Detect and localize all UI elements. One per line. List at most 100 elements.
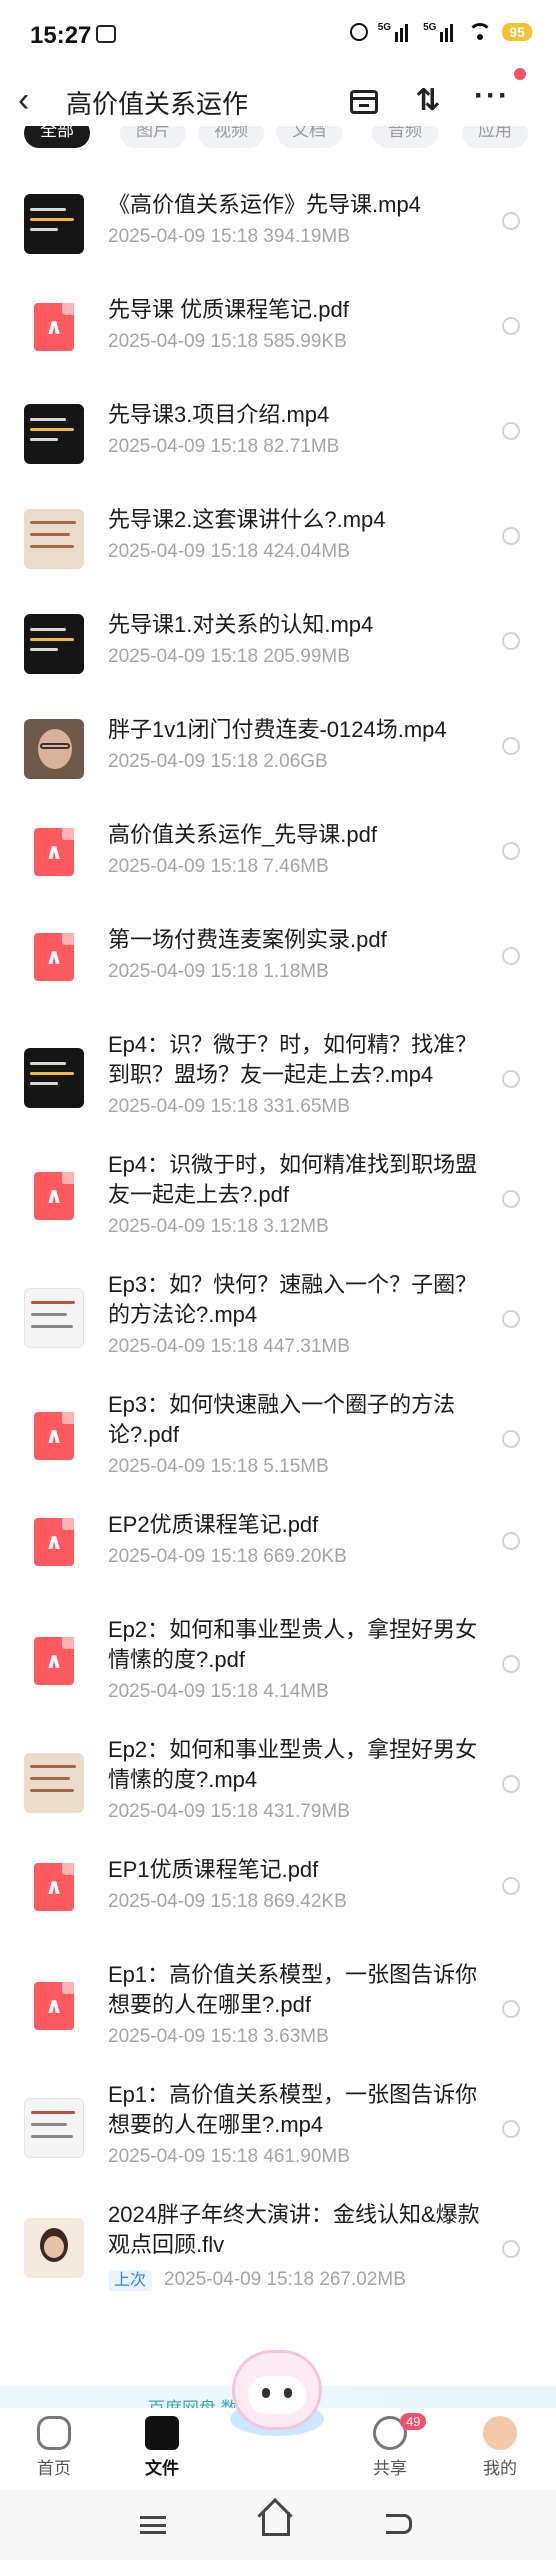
tab-videos[interactable]: 视频	[198, 126, 264, 148]
file-row[interactable]: ∧ EP2优质课程笔记.pdf 2025-04-09 15:18 669.20KB	[0, 1510, 556, 1614]
select-checkbox[interactable]	[502, 1070, 520, 1088]
select-checkbox[interactable]	[502, 1190, 520, 1208]
file-row[interactable]: ∧ Ep1：高价值关系模型，一张图告诉你想要的人在哪里?.pdf 2025-04-0…	[0, 1960, 556, 2078]
select-checkbox[interactable]	[502, 2000, 520, 2018]
file-date: 2025-04-09 15:18	[164, 2269, 315, 2290]
select-checkbox[interactable]	[502, 2240, 520, 2258]
select-checkbox[interactable]	[502, 842, 520, 860]
back-arrow-icon[interactable]: ‹	[18, 83, 52, 118]
file-meta: 2025-04-09 15:18 7.46MB	[108, 856, 329, 878]
video-thumbnail	[24, 2218, 84, 2278]
file-row[interactable]: Ep4：识？微于？时，如何精？找准？到职？盟场？友一起走上去?.mp4 2025-…	[0, 1030, 556, 1148]
pdf-file-icon: ∧	[34, 1982, 74, 2030]
file-row[interactable]: Ep1：高价值关系模型，一张图告诉你想要的人在哪里?.mp4 2025-04-09…	[0, 2080, 556, 2198]
tab-apps[interactable]: 应用	[462, 126, 528, 148]
file-name: Ep1：高价值关系模型，一张图告诉你想要的人在哪里?.pdf	[108, 1962, 478, 2017]
nav-me[interactable]: 我的	[450, 2408, 550, 2479]
file-date: 2025-04-09 15:18	[108, 2026, 259, 2047]
file-date: 2025-04-09 15:18	[108, 541, 259, 562]
avatar-icon	[483, 2416, 517, 2450]
signal-icon: 5G	[378, 22, 413, 42]
video-thumbnail	[24, 2098, 84, 2158]
file-row[interactable]: ∧ EP1优质课程笔记.pdf 2025-04-09 15:18 869.42KB	[0, 1855, 556, 1959]
file-size: 5.15MB	[263, 1456, 329, 1477]
file-name: Ep3：如？快何？速融入一个？子圈？的方法论?.mp4	[108, 1272, 478, 1327]
select-checkbox[interactable]	[502, 1310, 520, 1328]
file-name: 第一场付费连麦案例实录.pdf	[108, 927, 387, 952]
select-checkbox[interactable]	[502, 1655, 520, 1673]
select-checkbox[interactable]	[502, 2120, 520, 2138]
video-thumbnail	[24, 509, 84, 569]
mascot-button[interactable]	[222, 2340, 332, 2440]
file-name: 先导课3.项目介绍.mp4	[108, 402, 330, 427]
nav-files[interactable]: 文件	[112, 2408, 212, 2479]
tab-images[interactable]: 图片	[120, 126, 186, 148]
file-row[interactable]: 先导课1.对关系的认知.mp4 2025-04-09 15:18 205.99MB	[0, 610, 556, 714]
tab-audio[interactable]: 音频	[372, 126, 438, 148]
file-date: 2025-04-09 15:18	[108, 1891, 259, 1912]
home-key-icon[interactable]	[262, 2512, 290, 2536]
select-checkbox[interactable]	[502, 947, 520, 965]
tab-documents[interactable]: 文档	[276, 126, 342, 148]
file-row[interactable]: 先导课2.这套课讲什么?.mp4 2025-04-09 15:18 424.04M…	[0, 505, 556, 609]
file-meta: 2025-04-09 15:18 669.20KB	[108, 1546, 347, 1568]
select-checkbox[interactable]	[502, 212, 520, 230]
file-date: 2025-04-09 15:18	[108, 226, 259, 247]
back-key-icon[interactable]	[386, 2514, 412, 2534]
file-row[interactable]: ∧ Ep2：如何和事业型贵人，拿捏好男女情愫的度?.pdf 2025-04-09 1…	[0, 1615, 556, 1733]
archive-icon[interactable]	[346, 84, 382, 120]
select-checkbox[interactable]	[502, 632, 520, 650]
sort-icon[interactable]: ⇅	[410, 84, 446, 120]
file-name: 高价值关系运作_先导课.pdf	[108, 822, 377, 847]
select-checkbox[interactable]	[502, 1877, 520, 1895]
file-meta: 2025-04-09 15:18 1.18MB	[108, 961, 329, 983]
file-meta: 2025-04-09 15:18 3.12MB	[108, 1216, 329, 1238]
file-name: 《高价值关系运作》先导课.mp4	[108, 192, 421, 217]
file-size: 461.90MB	[263, 2146, 350, 2167]
notification-dot	[514, 68, 526, 80]
file-meta: 2025-04-09 15:18 331.65MB	[108, 1096, 350, 1118]
file-row[interactable]: 胖子1v1闭门付费连麦-0124场.mp4 2025-04-09 15:18 2.…	[0, 715, 556, 819]
file-date: 2025-04-09 15:18	[108, 1681, 259, 1702]
pdf-file-icon: ∧	[34, 303, 74, 351]
nav-home[interactable]: 首页	[4, 2408, 104, 2479]
file-name: Ep4：识微于时，如何精准找到职场盟友一起走上去?.pdf	[108, 1152, 478, 1207]
file-row[interactable]: ∧ Ep3：如何快速融入一个圈子的方法论?.pdf 2025-04-09 15:18…	[0, 1390, 556, 1508]
file-size: 3.12MB	[263, 1216, 329, 1237]
file-size: 1.18MB	[263, 961, 329, 982]
nav-share[interactable]: 49 共享	[340, 2408, 440, 2479]
file-name: 先导课2.这套课讲什么?.mp4	[108, 507, 386, 532]
file-meta: 2025-04-09 15:18 424.04MB	[108, 541, 350, 563]
select-checkbox[interactable]	[502, 1430, 520, 1448]
file-row[interactable]: ∧ 第一场付费连麦案例实录.pdf 2025-04-09 15:18 1.18MB	[0, 925, 556, 1029]
file-row[interactable]: Ep2：如何和事业型贵人，拿捏好男女情愫的度?.mp4 2025-04-09 15…	[0, 1735, 556, 1853]
file-date: 2025-04-09 15:18	[108, 331, 259, 352]
file-row[interactable]: 先导课3.项目介绍.mp4 2025-04-09 15:18 82.71MB	[0, 400, 556, 504]
tab-all[interactable]: 全部	[24, 126, 90, 148]
select-checkbox[interactable]	[502, 1532, 520, 1550]
file-row[interactable]: 2024胖子年终大演讲：金线认知&爆款观点回顾.flv 上次 2025-04-09 …	[0, 2200, 556, 2318]
file-meta: 2025-04-09 15:18 869.42KB	[108, 1891, 347, 1913]
select-checkbox[interactable]	[502, 422, 520, 440]
video-thumbnail	[24, 194, 84, 254]
file-row[interactable]: ∧ 先导课 优质课程笔记.pdf 2025-04-09 15:18 585.99KB	[0, 295, 556, 399]
file-meta: 2025-04-09 15:18 205.99MB	[108, 646, 350, 668]
status-bar: 15:27 5G 5G 95	[0, 0, 556, 70]
file-name: 2024胖子年终大演讲：金线认知&爆款观点回顾.flv	[108, 2202, 480, 2257]
file-row[interactable]: ∧ Ep4：识微于时，如何精准找到职场盟友一起走上去?.pdf 2025-04-09…	[0, 1150, 556, 1268]
file-row[interactable]: 《高价值关系运作》先导课.mp4 2025-04-09 15:18 394.19M…	[0, 190, 556, 294]
more-options-icon[interactable]: ···	[474, 81, 510, 120]
select-checkbox[interactable]	[502, 737, 520, 755]
pdf-file-icon: ∧	[34, 828, 74, 876]
file-date: 2025-04-09 15:18	[108, 2146, 259, 2167]
menu-icon[interactable]	[140, 2516, 166, 2534]
select-checkbox[interactable]	[502, 527, 520, 545]
file-size: 82.71MB	[263, 436, 340, 457]
select-checkbox[interactable]	[502, 317, 520, 335]
file-row[interactable]: Ep3：如？快何？速融入一个？子圈？的方法论?.mp4 2025-04-09 15…	[0, 1270, 556, 1388]
file-row[interactable]: ∧ 高价值关系运作_先导课.pdf 2025-04-09 15:18 7.46MB	[0, 820, 556, 924]
file-date: 2025-04-09 15:18	[108, 751, 259, 772]
file-size: 4.14MB	[263, 1681, 329, 1702]
select-checkbox[interactable]	[502, 1775, 520, 1793]
video-thumbnail	[24, 1288, 84, 1348]
